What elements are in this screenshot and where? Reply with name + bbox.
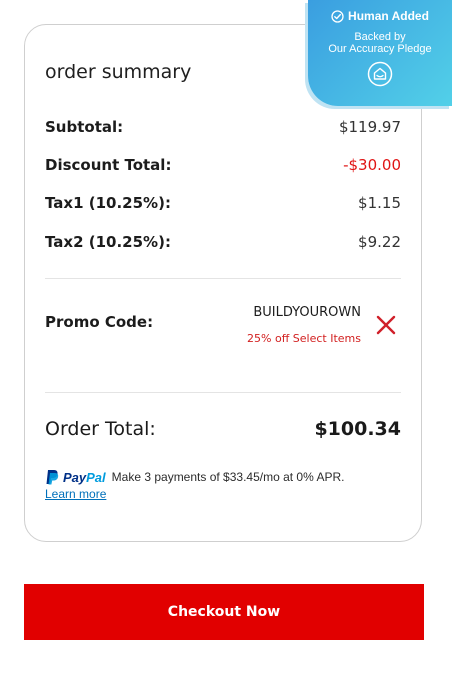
close-icon[interactable]: [375, 314, 397, 336]
order-total-value: $100.34: [314, 418, 401, 440]
check-circle-icon: [331, 9, 344, 23]
remove-promo-button[interactable]: [375, 314, 397, 336]
pledge-icon: [367, 61, 393, 87]
tax2-value: $9.22: [358, 233, 401, 251]
discount-label: Discount Total:: [45, 156, 172, 174]
badge-line2: Our Accuracy Pledge: [328, 43, 432, 55]
promo-code-label: Promo Code:: [45, 313, 154, 331]
promo-code-description: 25% off Select Items: [247, 332, 361, 345]
checkout-now-button[interactable]: Checkout Now: [24, 584, 424, 640]
tax1-label: Tax1 (10.25%):: [45, 194, 171, 212]
promo-code-value: BUILDYOUROWN: [253, 305, 361, 320]
badge-title: Human Added: [348, 9, 429, 23]
paypal-message: PayPal Make 3 payments of $33.45/mo at 0…: [45, 469, 401, 503]
discount-row: Discount Total: -$30.00: [45, 154, 401, 176]
paypal-brand: PayPal: [63, 469, 106, 485]
tax2-row: Tax2 (10.25%): $9.22: [45, 231, 401, 253]
subtotal-row: Subtotal: $119.97: [45, 116, 401, 138]
badge-line1: Backed by: [354, 31, 406, 43]
order-total-row: Order Total: $100.34: [45, 418, 401, 440]
learn-more-link[interactable]: Learn more: [45, 487, 106, 501]
tax2-label: Tax2 (10.25%):: [45, 233, 171, 251]
order-summary-title: order summary: [45, 61, 192, 83]
order-total-label: Order Total:: [45, 418, 156, 440]
paypal-logo: PayPal: [45, 469, 106, 485]
divider: [45, 392, 401, 393]
paypal-installment-text: Make 3 payments of $33.45/mo at 0% APR.: [111, 470, 345, 484]
subtotal-label: Subtotal:: [45, 118, 124, 136]
divider: [45, 278, 401, 279]
paypal-icon: [46, 470, 59, 485]
discount-value: -$30.00: [343, 156, 401, 174]
tax1-value: $1.15: [358, 194, 401, 212]
subtotal-value: $119.97: [338, 118, 401, 136]
tax1-row: Tax1 (10.25%): $1.15: [45, 192, 401, 214]
human-added-badge: Human Added Backed by Our Accuracy Pledg…: [308, 0, 452, 106]
